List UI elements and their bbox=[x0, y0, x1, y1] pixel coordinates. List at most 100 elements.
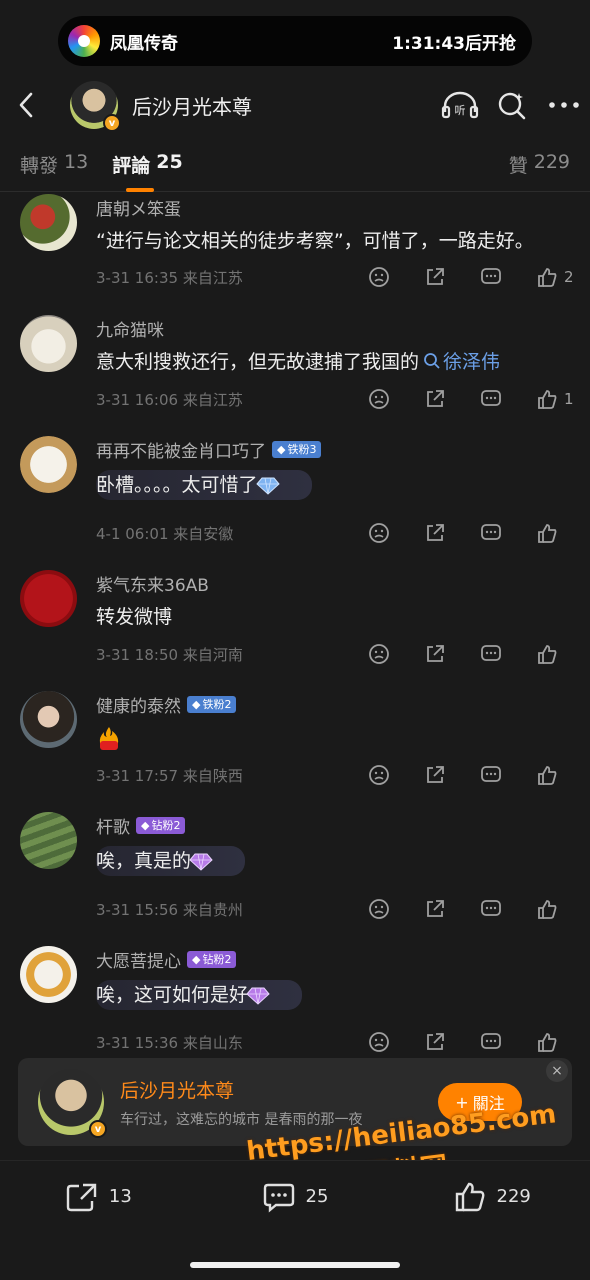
like-count: 229 bbox=[496, 1186, 531, 1207]
reply-icon[interactable] bbox=[479, 897, 503, 921]
like-icon[interactable] bbox=[535, 897, 559, 921]
tab-comments[interactable]: 評論 25 bbox=[112, 151, 183, 192]
share-icon[interactable] bbox=[423, 387, 447, 411]
promo-app-name: 凤凰传奇 bbox=[110, 33, 178, 54]
avatar[interactable]: v bbox=[70, 81, 121, 132]
comment-meta: 3-31 15:36 来自山东 bbox=[96, 1030, 574, 1054]
comment-text: 意大利搜救还行，但无故逮捕了我国的 徐泽伟 bbox=[96, 349, 501, 375]
avatar[interactable]: v bbox=[38, 1069, 107, 1138]
comment-time-location: 4-1 06:01 来自安徽 bbox=[96, 524, 234, 543]
iron-fan-badge: ◆ 铁粉3 bbox=[272, 440, 322, 458]
tab-label: 評論 bbox=[112, 155, 151, 177]
comment-author[interactable]: 杆歌 bbox=[96, 813, 130, 838]
diamond-icon: ◆ bbox=[277, 442, 286, 456]
comment-time-location: 3-31 15:36 来自山东 bbox=[96, 1033, 243, 1052]
comment-time-location: 3-31 18:50 来自河南 bbox=[96, 645, 243, 664]
comment-time-location: 3-31 16:06 来自江苏 bbox=[96, 390, 243, 409]
comment-meta: 3-31 16:06 来自江苏 1 bbox=[96, 387, 574, 411]
comment-author[interactable]: 紫气东来36AB bbox=[96, 571, 209, 596]
avatar[interactable] bbox=[20, 691, 77, 748]
dislike-icon[interactable] bbox=[367, 387, 391, 411]
share-icon[interactable] bbox=[423, 642, 447, 666]
comment-author[interactable]: 九命猫咪 bbox=[96, 316, 164, 341]
dislike-icon[interactable] bbox=[367, 521, 391, 545]
close-icon[interactable]: × bbox=[546, 1060, 568, 1082]
mention-link[interactable]: 徐泽伟 bbox=[419, 349, 500, 375]
tab-reposts[interactable]: 轉發 13 bbox=[20, 151, 88, 178]
share-icon[interactable] bbox=[423, 265, 447, 289]
svg-text:听: 听 bbox=[455, 104, 466, 117]
avatar[interactable] bbox=[20, 436, 77, 493]
like-icon[interactable] bbox=[535, 265, 559, 289]
diamond-fan-badge: ◆ 钻粉2 bbox=[136, 816, 186, 834]
share-icon[interactable] bbox=[423, 521, 447, 545]
search-icon bbox=[424, 353, 440, 369]
reply-icon[interactable] bbox=[479, 763, 503, 787]
page-title[interactable]: 后沙月光本尊 bbox=[132, 91, 434, 120]
like-button[interactable]: 229 bbox=[393, 1181, 590, 1213]
reply-icon[interactable] bbox=[479, 642, 503, 666]
reply-icon[interactable] bbox=[479, 387, 503, 411]
share-icon[interactable] bbox=[423, 1030, 447, 1054]
tab-label: 轉發 bbox=[20, 155, 59, 177]
bottom-action-bar: 13 25 229 bbox=[0, 1160, 590, 1232]
comment-text: 唉，真是的 bbox=[96, 846, 246, 876]
reply-icon[interactable] bbox=[479, 1030, 503, 1054]
like-icon[interactable] bbox=[535, 521, 559, 545]
share-icon[interactable] bbox=[423, 763, 447, 787]
tab-count: 229 bbox=[533, 151, 570, 173]
follow-card-name[interactable]: 后沙月光本尊 bbox=[120, 1076, 438, 1103]
dislike-icon[interactable] bbox=[367, 897, 391, 921]
comment-author[interactable]: 大愿菩提心 bbox=[96, 947, 181, 972]
avatar[interactable] bbox=[20, 946, 77, 1003]
promo-countdown: 1:31:43后开抢 bbox=[392, 33, 516, 54]
avatar[interactable] bbox=[20, 570, 77, 627]
comment-text: 卧槽。。。。太可惜了 bbox=[96, 470, 312, 500]
avatar[interactable] bbox=[20, 812, 77, 869]
dislike-icon[interactable] bbox=[367, 642, 391, 666]
dislike-icon[interactable] bbox=[367, 1030, 391, 1054]
verified-badge-icon: v bbox=[89, 1120, 107, 1138]
listen-headphones-icon[interactable]: 听 bbox=[434, 76, 486, 134]
share-icon[interactable] bbox=[423, 897, 447, 921]
like-count: 2 bbox=[564, 268, 574, 286]
dislike-icon[interactable] bbox=[367, 763, 391, 787]
reply-icon[interactable] bbox=[479, 521, 503, 545]
diamond-fan-badge: ◆ 钻粉2 bbox=[187, 950, 237, 968]
like-icon[interactable] bbox=[535, 763, 559, 787]
comment-time-location: 3-31 16:35 来自江苏 bbox=[96, 268, 243, 287]
comment-author[interactable]: 唐朝メ笨蛋 bbox=[96, 195, 181, 220]
comment-author[interactable]: 再再不能被金肖口巧了 bbox=[96, 437, 266, 462]
like-icon[interactable] bbox=[535, 387, 559, 411]
search-icon[interactable] bbox=[486, 76, 538, 134]
repost-icon bbox=[66, 1183, 97, 1211]
like-icon[interactable] bbox=[535, 1030, 559, 1054]
comment-author[interactable]: 健康的泰然 bbox=[96, 692, 181, 717]
avatar[interactable] bbox=[20, 194, 77, 251]
diamond-icon: ◆ bbox=[192, 952, 201, 966]
dislike-icon[interactable] bbox=[367, 265, 391, 289]
comment-meta: 3-31 15:56 来自贵州 bbox=[96, 897, 574, 921]
comment-text: “进行与论文相关的徒步考察”，可惜了，一路走好。 bbox=[96, 230, 534, 252]
home-indicator[interactable] bbox=[190, 1262, 400, 1268]
like-count: 1 bbox=[564, 390, 574, 408]
diamond-icon: ◆ bbox=[192, 697, 201, 711]
avatar[interactable] bbox=[20, 315, 77, 372]
reply-icon[interactable] bbox=[479, 265, 503, 289]
gem-icon bbox=[255, 477, 280, 495]
repost-button[interactable]: 13 bbox=[0, 1181, 197, 1213]
like-icon[interactable] bbox=[535, 642, 559, 666]
header: v 后沙月光本尊 听 bbox=[0, 76, 590, 134]
tab-likes[interactable]: 贊 229 bbox=[509, 151, 570, 178]
plus-icon: + bbox=[455, 1092, 469, 1112]
gem-icon bbox=[246, 987, 270, 1005]
comment-text: 转发微博 bbox=[96, 606, 173, 628]
comment-meta: 4-1 06:01 来自安徽 bbox=[96, 521, 574, 545]
comment-button[interactable]: 25 bbox=[197, 1181, 394, 1213]
promo-banner[interactable]: 凤凰传奇 1:31:43后开抢 bbox=[58, 16, 532, 66]
comment-text bbox=[96, 725, 122, 753]
back-icon[interactable] bbox=[2, 76, 50, 134]
comment-meta: 3-31 16:35 来自江苏 2 bbox=[96, 265, 574, 289]
more-icon[interactable] bbox=[538, 76, 590, 134]
comment-time-location: 3-31 15:56 来自贵州 bbox=[96, 900, 243, 919]
